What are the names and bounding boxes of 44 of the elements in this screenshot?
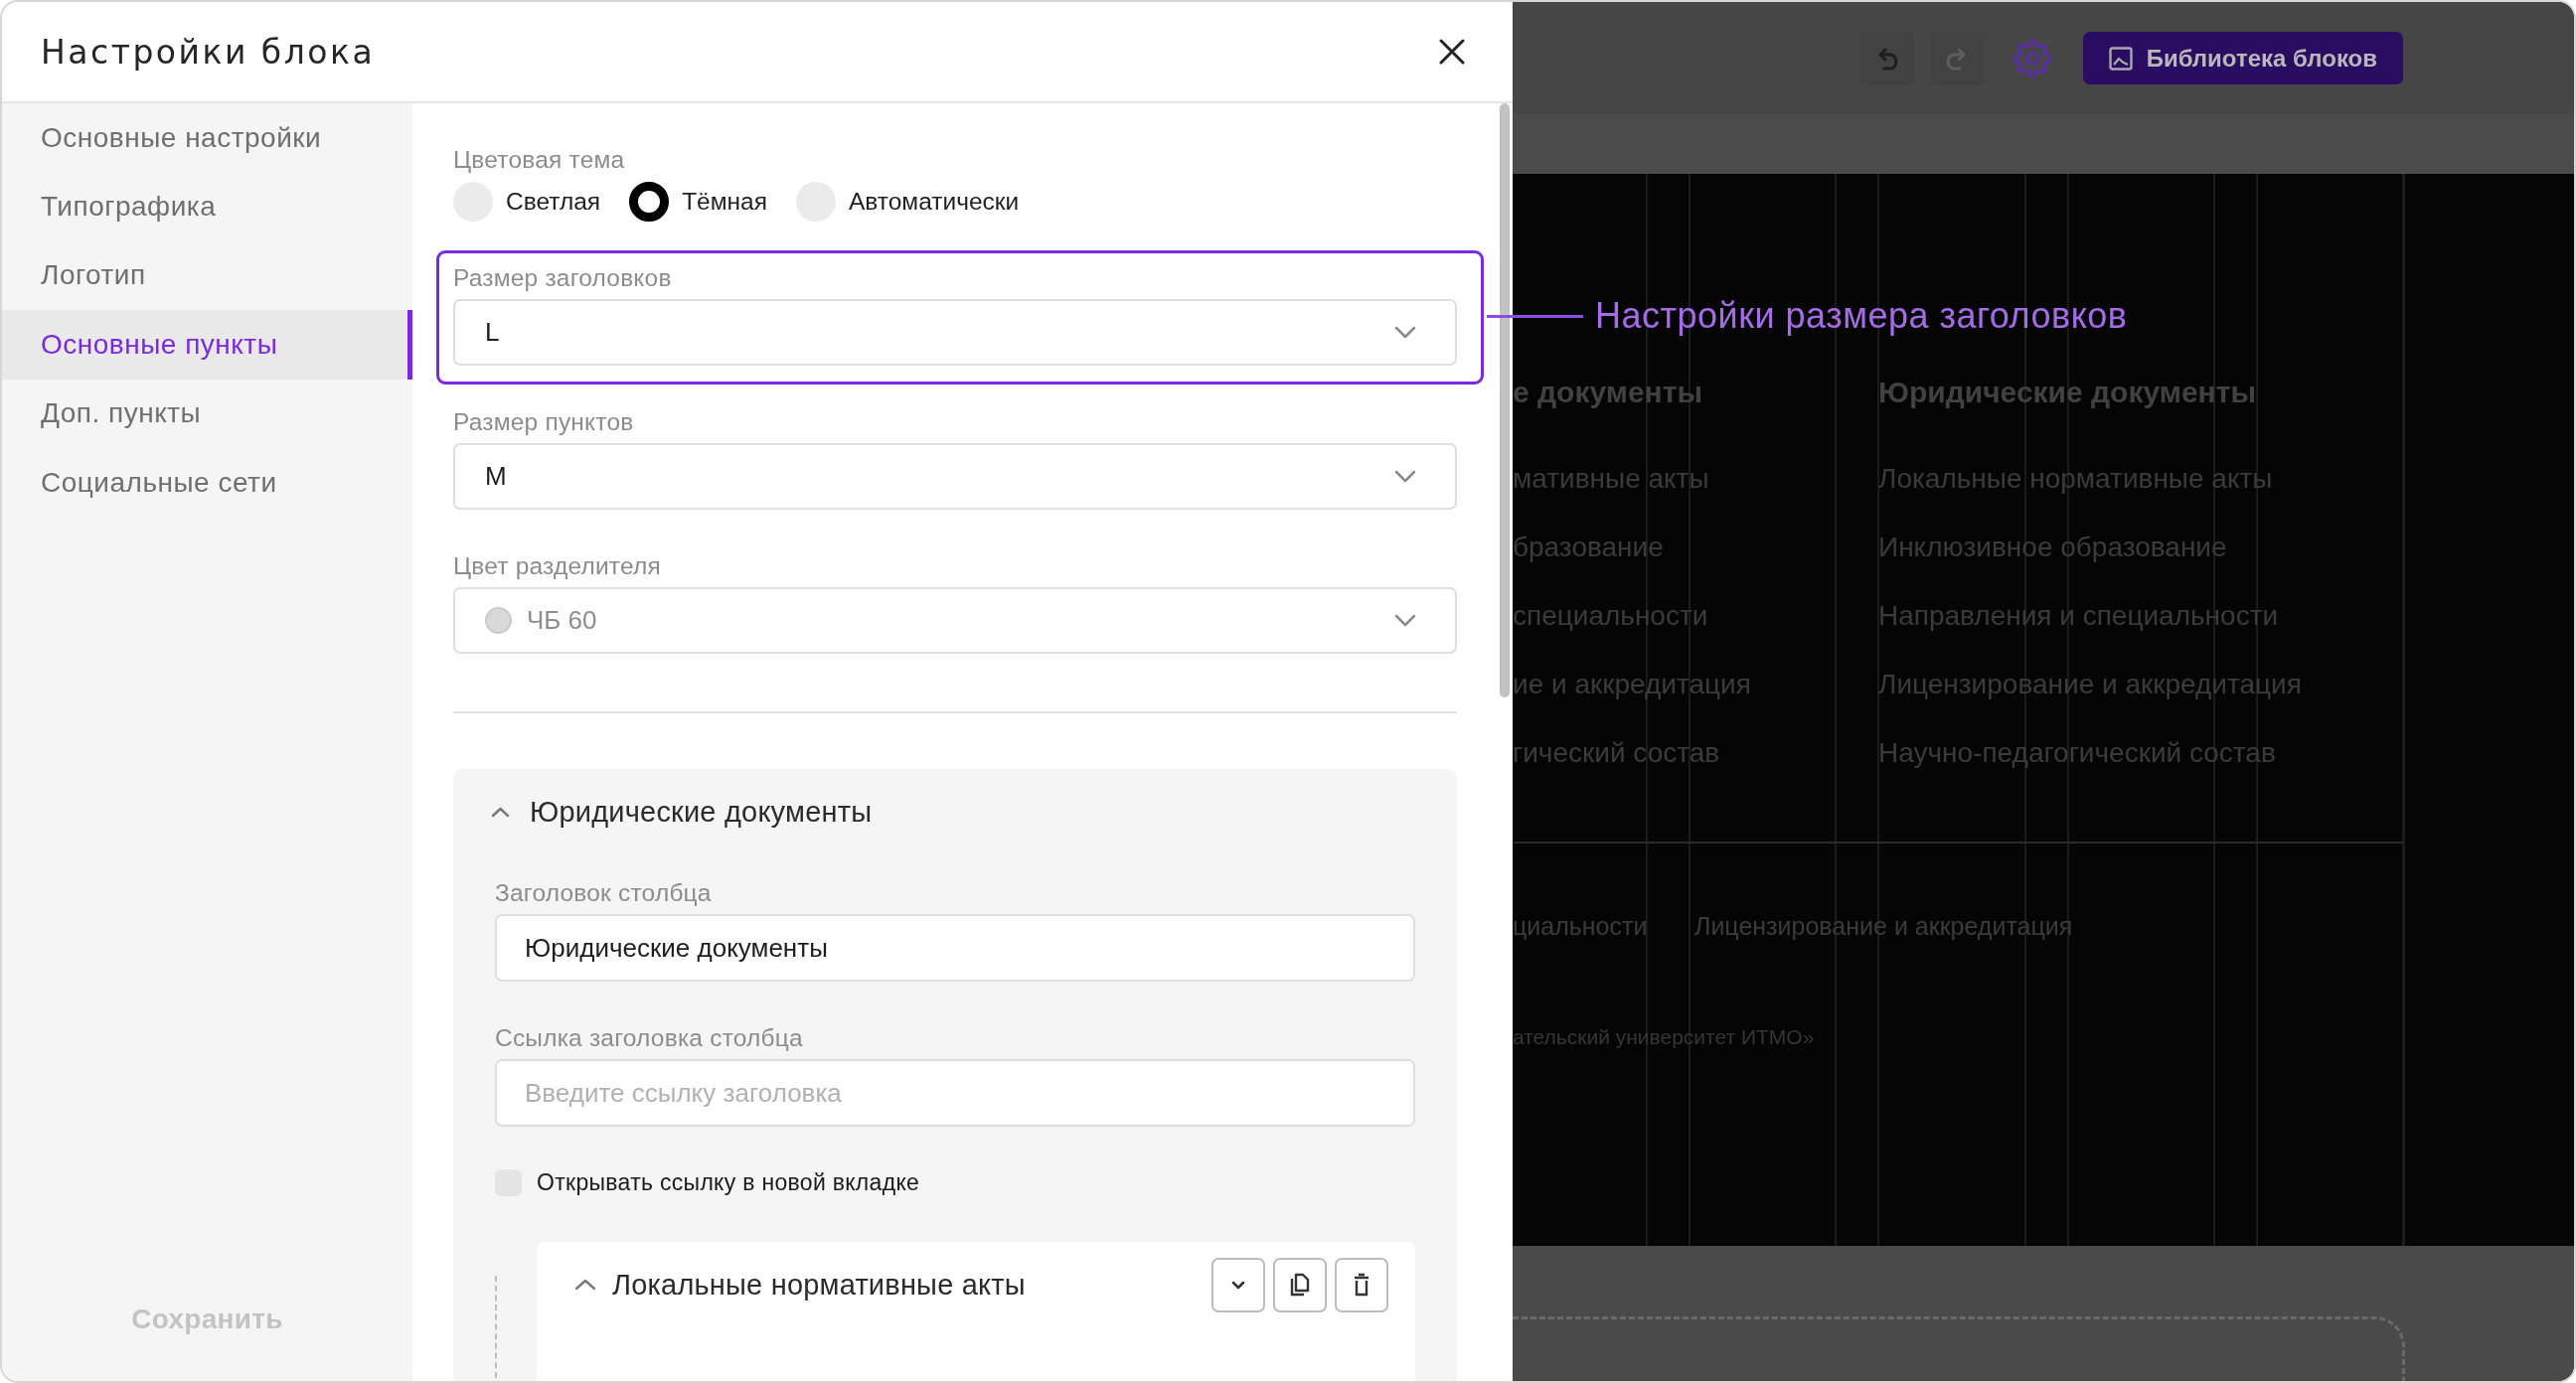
- image-icon: [2108, 46, 2133, 71]
- sidebar-item[interactable]: Основные пункты: [2, 310, 412, 380]
- column-heading: Юридические документы: [1878, 376, 2257, 408]
- chevron-down-icon: [1394, 614, 1416, 627]
- sidebar-item[interactable]: Типографика: [2, 172, 412, 241]
- move-down-button[interactable]: [1211, 1257, 1265, 1312]
- field-label: Заголовок столбца: [495, 878, 713, 908]
- trash-icon: [1353, 1273, 1370, 1297]
- sidebar-item[interactable]: Логотип: [2, 240, 412, 311]
- block-library-button[interactable]: Библиотека блоков: [2082, 32, 2403, 84]
- delete-button[interactable]: [1335, 1257, 1388, 1312]
- text-input[interactable]: Введите ссылку заголовка: [495, 1059, 1415, 1127]
- copy-icon: [1290, 1273, 1310, 1297]
- copy-button[interactable]: [1273, 1257, 1327, 1312]
- undo-button[interactable]: [1859, 31, 1914, 85]
- column-heading: е документы: [1513, 376, 1702, 408]
- radio-option[interactable]: Светлая: [453, 182, 601, 222]
- chevron-down-icon: [1394, 326, 1416, 339]
- radio-option[interactable]: Автоматически: [796, 182, 1020, 222]
- accordion-toggle[interactable]: Юридические документы: [491, 795, 873, 829]
- radio-option[interactable]: Тёмная: [629, 182, 767, 222]
- sidebar-item[interactable]: Доп. пункты: [2, 379, 412, 448]
- dialog-title: Настройки блока: [41, 32, 376, 72]
- radio-button[interactable]: [629, 182, 670, 222]
- accordion-toggle[interactable]: Локальные нормативные акты: [574, 1268, 1026, 1302]
- chevron-down-icon: [1231, 1280, 1245, 1290]
- dropdown-select[interactable]: M: [453, 443, 1457, 510]
- close-button[interactable]: [1439, 39, 1465, 65]
- field-label: Цвет разделителя: [453, 551, 662, 581]
- sidebar-item[interactable]: Основные настройки: [2, 103, 412, 173]
- field-label: Ссылка заголовка столбца: [495, 1023, 804, 1053]
- settings-icon[interactable]: [2012, 39, 2051, 77]
- field-label: Цветовая тема: [453, 145, 626, 175]
- checkbox-option[interactable]: Открывать ссылку в новой вкладке: [495, 1169, 920, 1196]
- scrollbar-thumb[interactable]: [1500, 103, 1510, 697]
- field-label: Размер пунктов: [453, 407, 635, 437]
- chevron-down-icon: [1394, 470, 1416, 483]
- annotation-label: Настройки размера заголовков: [1595, 294, 2128, 338]
- redo-button[interactable]: [1929, 31, 1984, 85]
- sidebar-item[interactable]: Социальные сети: [2, 447, 412, 518]
- field-label: Размер заголовков: [453, 263, 673, 293]
- close-icon: [1439, 39, 1465, 65]
- text-input[interactable]: Юридические документы: [495, 914, 1415, 982]
- dropdown-select[interactable]: L: [453, 299, 1457, 366]
